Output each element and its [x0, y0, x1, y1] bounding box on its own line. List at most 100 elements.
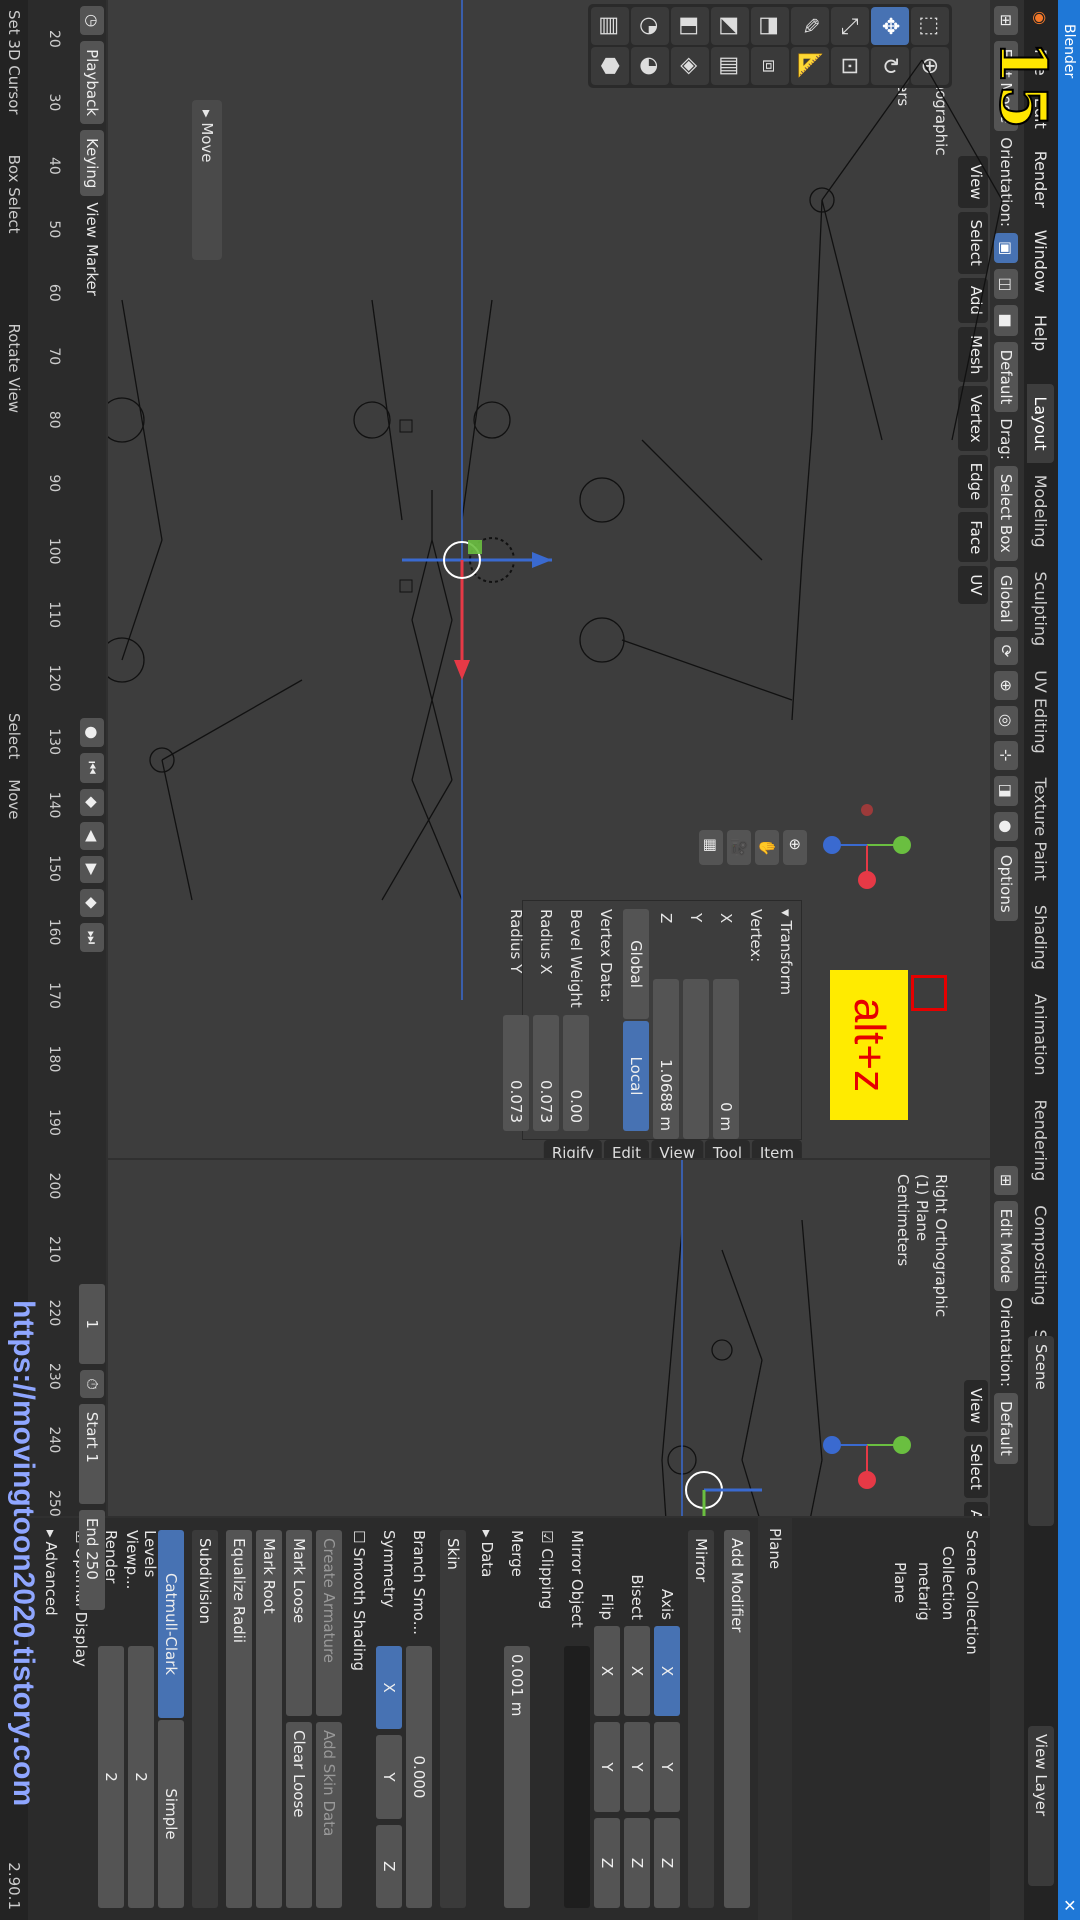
watermark: https://movingtoon2020.tistory.com [7, 1300, 40, 1807]
grid-icon[interactable]: ▦ [699, 830, 723, 865]
vertex-x-field[interactable]: 0 m [713, 979, 739, 1139]
add-modifier-button[interactable]: Add Modifier [724, 1530, 750, 1908]
prev-keyframe-icon[interactable]: ◆ [80, 788, 104, 817]
timeline-menu-marker[interactable]: Marker [83, 244, 101, 296]
mirror-object-field[interactable] [564, 1646, 590, 1908]
mirror-axis-y[interactable]: Y [654, 1722, 680, 1812]
tab-modeling[interactable]: Modeling [1028, 463, 1055, 560]
last-operator-panel[interactable]: ▸ Move [192, 100, 222, 260]
mirror-axis-label: Axis [658, 1588, 676, 1620]
tab-edit[interactable]: Edit [604, 1140, 650, 1158]
status-box-select: Box Select [5, 154, 23, 234]
symmetry-x[interactable]: X [376, 1646, 402, 1730]
playback-dropdown[interactable]: Playback [80, 41, 104, 125]
tab-layout[interactable]: Layout [1027, 384, 1055, 463]
skin-modifier-header[interactable]: Skin [440, 1530, 466, 1908]
clear-loose-button[interactable]: Clear Loose [286, 1722, 312, 1908]
mark-root-button[interactable]: Mark Root [256, 1530, 282, 1908]
mirror-axis-z[interactable]: Z [654, 1818, 680, 1908]
camera-icon[interactable]: 🎥 [727, 830, 751, 865]
view-layer-selector[interactable]: View Layer [1028, 1726, 1054, 1886]
tab-sculpting[interactable]: Sculpting [1028, 559, 1055, 658]
global-toggle[interactable]: Global [623, 909, 649, 1019]
clock-icon[interactable]: ⏱ [80, 1370, 104, 1398]
outliner-scene-collection[interactable]: Scene Collection [960, 1530, 984, 1908]
subdivision-modifier-name: Subdivision [196, 1538, 214, 1624]
timeline-tick: 100 [46, 537, 62, 565]
tab-rendering[interactable]: Rendering [1028, 1088, 1055, 1194]
mirror-modifier-header[interactable]: Mirror [688, 1530, 714, 1908]
smooth-shading-checkbox[interactable]: ☐ Smooth Shading [344, 1530, 374, 1908]
mirror-flip-x[interactable]: X [594, 1626, 620, 1716]
keying-dropdown[interactable]: Keying [80, 130, 104, 197]
create-armature-button[interactable]: Create Armature [316, 1530, 342, 1716]
start-frame-field[interactable]: Start 1 [79, 1403, 105, 1504]
tab-shading[interactable]: Shading [1028, 893, 1055, 982]
menu-render[interactable]: Render [1032, 140, 1051, 219]
mirror-bisect-x[interactable]: X [624, 1626, 650, 1716]
transform-section-header[interactable]: ▾ Transform [771, 901, 801, 1139]
mark-loose-button[interactable]: Mark Loose [286, 1530, 312, 1716]
simple-toggle[interactable]: Simple [158, 1720, 184, 1908]
right-navigation-gizmo[interactable] [822, 1400, 912, 1490]
mirror-flip-z[interactable]: Z [594, 1818, 620, 1908]
tab-item[interactable]: Item [751, 1140, 802, 1158]
levels-viewport-field[interactable]: 2 [128, 1646, 154, 1908]
vertex-z-field[interactable]: 1.0688 m [653, 979, 679, 1139]
scene-selector[interactable]: Scene [1028, 1336, 1054, 1526]
current-frame-field[interactable]: 1 [79, 1284, 105, 1365]
blender-logo-icon[interactable]: ◉ [1027, 4, 1055, 32]
status-move: Move [5, 779, 23, 820]
status-set-3d-cursor: Set 3D Cursor [5, 10, 23, 115]
render-levels-field[interactable]: 2 [98, 1646, 124, 1908]
tab-compositing[interactable]: Compositing [1028, 1193, 1055, 1317]
advanced-section[interactable]: ▸ Advanced [36, 1530, 66, 1908]
tab-rigify[interactable]: Rigify [543, 1140, 603, 1158]
record-icon[interactable]: ● [80, 717, 104, 747]
mirror-flip-y[interactable]: Y [594, 1722, 620, 1812]
equalize-radii-button[interactable]: Equalize Radii [226, 1530, 252, 1908]
timeline-ruler[interactable]: 20 30 40 50 60 70 80 90 100 110 120 130 140 150 160 170… [36, 0, 66, 1517]
jump-start-icon[interactable]: ⏮ [80, 752, 104, 783]
pan-hand-icon[interactable]: ✋ [755, 830, 779, 865]
symmetry-y[interactable]: Y [376, 1735, 402, 1819]
bevel-weight-field[interactable]: 0.00 [563, 1015, 589, 1131]
next-keyframe-icon[interactable]: ◆ [80, 889, 104, 917]
merge-field[interactable]: 0.001 m [504, 1646, 530, 1908]
outliner-collection[interactable]: Collection [936, 1530, 960, 1908]
timeline-editor-type-button[interactable]: ◷ [80, 6, 104, 36]
mirror-bisect-y[interactable]: Y [624, 1722, 650, 1812]
mirror-data-section[interactable]: ▸ Data [472, 1530, 502, 1908]
add-skin-data-button[interactable]: Add Skin Data [316, 1722, 342, 1908]
radius-y-field[interactable]: 0.073 [503, 1015, 529, 1131]
clipping-checkbox[interactable]: ☑ Clipping [538, 1530, 556, 1640]
branch-smoothing-field[interactable]: 0.000 [406, 1646, 432, 1908]
close-icon[interactable]: ✕ [1058, 1899, 1080, 1912]
right-3d-viewport[interactable]: ⊞ Edit Mode Orientation: Default View Se… [108, 1160, 1022, 1516]
menu-window[interactable]: Window [1032, 219, 1051, 304]
tab-texture-paint[interactable]: Texture Paint [1028, 766, 1055, 893]
subdivision-modifier-header[interactable]: Subdivision [192, 1530, 218, 1908]
tab-view[interactable]: View [651, 1140, 703, 1158]
end-frame-field[interactable]: End 250 [79, 1509, 105, 1610]
radius-x-field[interactable]: 0.073 [533, 1015, 559, 1131]
play-icon[interactable]: ▶ [80, 855, 104, 884]
vertex-y-field[interactable] [683, 979, 709, 1139]
play-reverse-icon[interactable]: ◀ [80, 822, 104, 850]
timeline-menu-view[interactable]: View [83, 202, 101, 238]
local-toggle[interactable]: Local [623, 1021, 649, 1131]
catmull-clark-toggle[interactable]: Catmull-Clark [158, 1530, 184, 1718]
symmetry-z[interactable]: Z [376, 1824, 402, 1908]
outliner-item-plane[interactable]: Plane [888, 1530, 912, 1908]
zoom-icon[interactable]: ⊕ [783, 830, 807, 865]
tab-animation[interactable]: Animation [1028, 982, 1055, 1088]
navigation-gizmo[interactable] [822, 800, 912, 890]
mirror-axis-x[interactable]: X [654, 1626, 680, 1716]
mirror-bisect-z[interactable]: Z [624, 1818, 650, 1908]
menu-help[interactable]: Help [1032, 304, 1051, 362]
outliner-item-metarig[interactable]: metarig [912, 1530, 936, 1908]
tab-tool[interactable]: Tool [704, 1140, 750, 1158]
tab-uv-editing[interactable]: UV Editing [1028, 658, 1055, 765]
sidebar-transform-panel: ▾ Transform Vertex: X 0 m Y Z 1.0688 m G… [503, 900, 802, 1140]
jump-end-icon[interactable]: ⏭ [80, 922, 104, 953]
